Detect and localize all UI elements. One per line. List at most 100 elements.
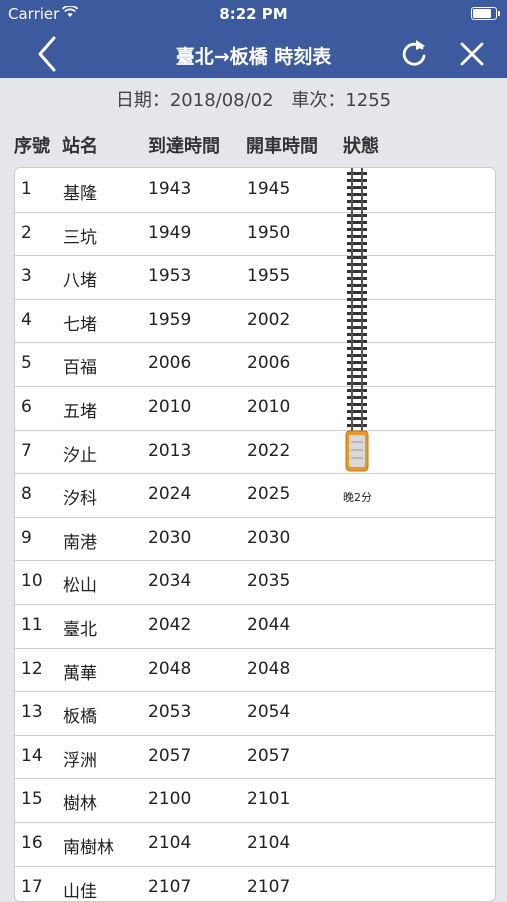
row-seq: 6 <box>21 397 32 417</box>
row-station: 松山 <box>63 576 97 597</box>
table-row[interactable]: 7 汐止 2013 2022 <box>15 430 495 475</box>
table-header: 序號 站名 到達時間 開車時間 狀態 <box>0 132 507 158</box>
table-row[interactable]: 12 萬華 2048 2048 <box>15 648 495 693</box>
row-departure: 2107 <box>247 876 291 897</box>
header-seq: 序號 <box>14 136 50 157</box>
row-arrival: 2006 <box>148 353 192 374</box>
train-icon <box>345 430 369 472</box>
table-row[interactable]: 9 南港 2030 2030 <box>15 517 495 562</box>
row-departure: 2104 <box>247 833 291 853</box>
table-row[interactable]: 6 五堵 2010 2010 <box>15 386 495 431</box>
row-station: 臺北 <box>63 620 97 640</box>
row-seq: 9 <box>21 527 32 548</box>
row-departure: 1955 <box>247 266 291 287</box>
row-arrival: 2024 <box>148 484 192 505</box>
row-departure: 2002 <box>247 309 291 330</box>
row-departure: 1945 <box>247 179 291 199</box>
row-station: 汐科 <box>63 489 97 510</box>
row-seq: 12 <box>21 658 43 679</box>
refresh-icon[interactable] <box>394 34 434 74</box>
table-row[interactable]: 3 八堵 1953 1955 <box>15 255 495 300</box>
row-seq: 4 <box>21 309 32 330</box>
table-row[interactable]: 11 臺北 2042 2044 <box>15 604 495 649</box>
row-departure: 1950 <box>247 222 291 243</box>
trip-info: 日期：2018/08/02 車次：1255 <box>0 86 507 112</box>
row-station: 基隆 <box>63 184 97 204</box>
train-number-label: 車次：1255 <box>291 90 392 111</box>
row-arrival: 2013 <box>148 440 192 461</box>
timetable[interactable]: 17 山佳 2107 2107 16 南樹林 2104 2104 15 樹林 2100 2101 14 浮… <box>14 167 496 902</box>
battery-icon <box>471 7 500 20</box>
row-seq: 10 <box>21 571 43 592</box>
row-station: 浮洲 <box>63 750 97 771</box>
row-arrival: 2053 <box>148 702 192 723</box>
table-row[interactable]: 16 南樹林 2104 2104 <box>15 822 495 867</box>
close-icon[interactable] <box>452 34 492 74</box>
row-arrival: 1943 <box>148 179 192 199</box>
row-station: 南港 <box>63 532 97 553</box>
row-arrival: 1953 <box>148 266 192 287</box>
table-row[interactable]: 8 汐科 2024 2025 晚2分 <box>15 473 495 518</box>
row-station: 南樹林 <box>63 838 114 858</box>
row-arrival: 1959 <box>148 309 192 330</box>
table-row[interactable]: 4 七堵 1959 2002 <box>15 299 495 344</box>
table-row[interactable]: 17 山佳 2107 2107 <box>15 866 495 902</box>
table-row[interactable]: 15 樹林 2100 2101 <box>15 778 495 823</box>
row-station: 五堵 <box>63 402 97 422</box>
table-row[interactable]: 14 浮洲 2057 2057 <box>15 735 495 780</box>
row-status: 晚2分 <box>343 491 372 505</box>
row-arrival: 2100 <box>148 789 192 810</box>
row-station: 樹林 <box>63 794 97 815</box>
table-row[interactable]: 5 百福 2006 2006 <box>15 342 495 387</box>
row-seq: 17 <box>21 876 43 897</box>
row-arrival: 1949 <box>148 222 192 243</box>
row-arrival: 2107 <box>148 876 192 897</box>
row-seq: 7 <box>21 440 32 461</box>
header-departure: 開車時間 <box>246 136 318 157</box>
row-station: 八堵 <box>63 271 97 292</box>
row-seq: 8 <box>21 484 32 505</box>
row-arrival: 2042 <box>148 615 192 635</box>
row-departure: 2057 <box>247 745 291 766</box>
status-bar: Carrier 8:22 PM <box>0 0 507 28</box>
row-station: 七堵 <box>63 314 97 335</box>
row-seq: 16 <box>21 833 43 853</box>
header-arrival: 到達時間 <box>148 136 220 157</box>
row-station: 汐止 <box>63 445 97 466</box>
row-arrival: 2030 <box>148 527 192 548</box>
track-icon <box>347 168 367 436</box>
row-station: 三坑 <box>63 227 97 248</box>
row-arrival: 2010 <box>148 397 192 417</box>
row-station: 百福 <box>63 358 97 379</box>
row-arrival: 2034 <box>148 571 192 592</box>
row-arrival: 2048 <box>148 658 192 679</box>
row-departure: 2101 <box>247 789 291 810</box>
row-departure: 2044 <box>247 615 291 635</box>
row-arrival: 2057 <box>148 745 192 766</box>
row-departure: 2025 <box>247 484 291 505</box>
table-row[interactable]: 2 三坑 1949 1950 <box>15 212 495 257</box>
table-row[interactable]: 13 板橋 2053 2054 <box>15 691 495 736</box>
row-seq: 11 <box>21 615 43 635</box>
row-departure: 2054 <box>247 702 291 723</box>
row-arrival: 2104 <box>148 833 192 853</box>
row-station: 山佳 <box>63 881 97 902</box>
row-departure: 2006 <box>247 353 291 374</box>
row-seq: 2 <box>21 222 32 243</box>
row-seq: 1 <box>21 179 32 199</box>
nav-bar: 臺北→板橋 時刻表 <box>0 28 507 78</box>
date-label: 日期：2018/08/02 <box>115 90 274 111</box>
table-row[interactable]: 1 基隆 1943 1945 <box>15 168 495 213</box>
row-seq: 15 <box>21 789 43 810</box>
table-row[interactable]: 10 松山 2034 2035 <box>15 560 495 605</box>
row-station: 萬華 <box>63 663 97 684</box>
clock: 8:22 PM <box>219 5 288 23</box>
row-departure: 2010 <box>247 397 291 417</box>
header-station: 站名 <box>62 136 98 157</box>
row-seq: 13 <box>21 702 43 723</box>
row-seq: 3 <box>21 266 32 287</box>
row-departure: 2022 <box>247 440 291 461</box>
row-seq: 5 <box>21 353 32 374</box>
header-status: 狀態 <box>343 136 379 157</box>
row-departure: 2030 <box>247 527 291 548</box>
